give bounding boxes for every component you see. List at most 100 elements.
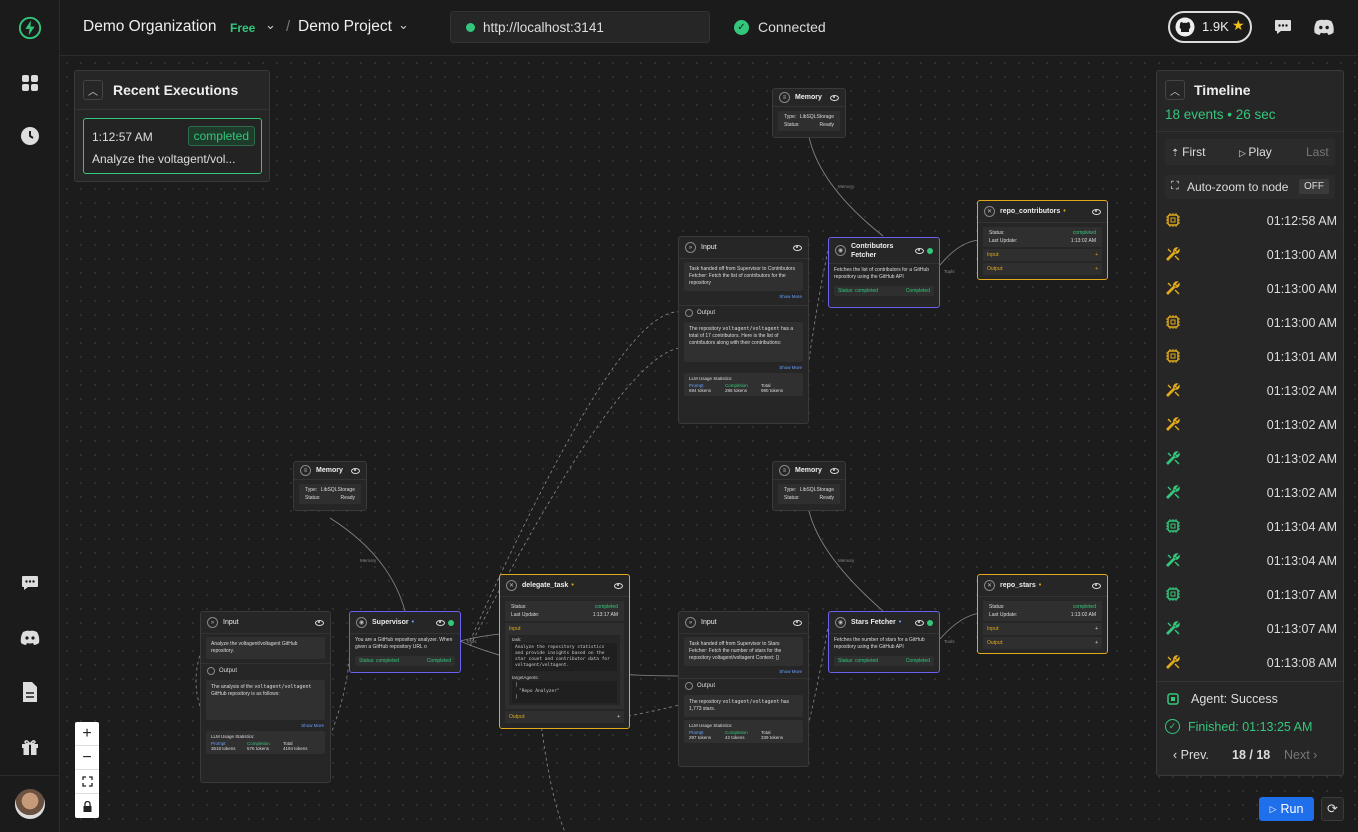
play-button[interactable]: ▷ Play: [1239, 145, 1272, 159]
show-more-link[interactable]: Show More: [679, 294, 808, 299]
tool-update-value: 1:13:02 AM: [1070, 612, 1096, 618]
plan-badge: Free: [230, 21, 256, 35]
eye-icon[interactable]: [436, 619, 445, 626]
fit-view-icon[interactable]: [75, 770, 99, 794]
timeline-event[interactable]: 01:13:02 AM: [1165, 476, 1337, 510]
url-field[interactable]: http://localhost:3141: [450, 11, 710, 43]
collapse-chevron-up-icon[interactable]: ︿: [1165, 80, 1185, 100]
eye-icon[interactable]: [315, 619, 324, 626]
timeline-event[interactable]: 01:13:08 AM: [1165, 646, 1337, 680]
timeline-event[interactable]: 01:13:00 AM: [1165, 238, 1337, 272]
supervisor-node[interactable]: ◉ Supervisor • You are a GitHub repository…: [349, 611, 461, 673]
github-icon: [1175, 17, 1195, 37]
arrow-out-icon: [685, 681, 693, 690]
stars-fetcher-node[interactable]: ◉ Stars Fetcher • Fetches the number of st…: [828, 611, 940, 673]
lock-icon[interactable]: [75, 794, 99, 818]
eye-icon[interactable]: [830, 467, 839, 474]
eye-icon[interactable]: [1092, 208, 1101, 215]
org-name[interactable]: Demo Organization: [83, 18, 217, 36]
eye-icon[interactable]: [830, 94, 839, 101]
tool-update-label: Last Update:: [511, 612, 540, 618]
contributors-fetcher-node[interactable]: ◉ Contributors Fetcher Fetches the list o…: [828, 237, 940, 308]
eye-icon[interactable]: [351, 467, 360, 474]
timeline-event[interactable]: 01:13:04 AM: [1165, 510, 1337, 544]
timeline-event[interactable]: 01:12:58 AM: [1165, 204, 1337, 238]
chat-icon[interactable]: [1272, 17, 1294, 42]
supervisor-io-node[interactable]: » Input Analyze the voltagent/voltagent G…: [200, 611, 331, 783]
memory-node-left[interactable]: ≡ Memory Type: LibSQLStorage Status: Ready: [293, 461, 367, 511]
refresh-icon[interactable]: ⟳: [1321, 797, 1344, 821]
contributors-io-node[interactable]: » Input Task handed off from Supervisor t…: [678, 236, 809, 424]
document-icon[interactable]: [18, 680, 42, 704]
llm-stats: LLM Usage Statistics: Prompt 297 tokens C…: [684, 720, 803, 743]
timeline-event[interactable]: 01:13:01 AM: [1165, 340, 1337, 374]
stars-io-node[interactable]: » Input Task handed off from Supervisor t…: [678, 611, 809, 767]
first-button[interactable]: ⇡ First: [1171, 145, 1206, 159]
eye-icon[interactable]: [915, 619, 924, 626]
prev-button[interactable]: ‹ Prev.: [1173, 748, 1209, 762]
avatar[interactable]: [15, 789, 45, 819]
arrow-in-icon: »: [685, 242, 696, 253]
chat-icon[interactable]: [18, 571, 42, 595]
repo-contributors-tool-node[interactable]: ✕ repo_contributors • Status: completed Las…: [977, 200, 1108, 280]
eye-icon[interactable]: [915, 247, 924, 254]
grid-icon[interactable]: [18, 71, 42, 95]
timeline-event[interactable]: 01:13:02 AM: [1165, 442, 1337, 476]
tool-icon: [1165, 280, 1181, 299]
github-stars-button[interactable]: 1.9K ★: [1168, 11, 1252, 43]
flow-canvas[interactable]: Memory Memory Memory Tools Tools Tools ︿…: [60, 56, 1358, 832]
zoom-controls: + −: [75, 722, 99, 818]
show-more-link[interactable]: Show More: [201, 723, 330, 728]
status-dot: [448, 619, 454, 626]
org-chevron-down-icon[interactable]: ⌄: [265, 17, 276, 33]
delegate-task-tool-node[interactable]: ✕ delegate_task • Status: completed Last Up…: [499, 574, 630, 729]
gift-icon[interactable]: [18, 735, 42, 759]
project-name[interactable]: Demo Project: [298, 18, 392, 36]
bolt-icon[interactable]: [18, 16, 42, 40]
input-title: Input: [701, 619, 717, 626]
timeline-event[interactable]: 01:13:00 AM: [1165, 306, 1337, 340]
next-button[interactable]: Next ›: [1284, 748, 1317, 762]
run-button[interactable]: ▷ Run: [1259, 797, 1314, 821]
timeline-event[interactable]: 01:13:07 AM: [1165, 612, 1337, 646]
discord-icon[interactable]: [1312, 18, 1336, 42]
tool-update-label: Last Update:: [989, 612, 1018, 618]
last-button[interactable]: Last: [1306, 145, 1329, 159]
tool-input-label: Input:: [987, 252, 1000, 258]
sidebar-divider: [0, 775, 60, 776]
clock-icon[interactable]: [18, 124, 42, 148]
execution-item[interactable]: 1:12:57 AM completed Analyze the voltage…: [83, 118, 262, 174]
prompt-value: 694 tokens: [689, 388, 712, 393]
memory-type-value: LibSQLStorage: [320, 487, 355, 493]
autozoom-toggle[interactable]: ⛶ Auto-zoom to node OFF: [1165, 175, 1335, 199]
eye-icon[interactable]: [793, 619, 802, 626]
output-show-more-link[interactable]: Show More: [679, 365, 808, 370]
output-text: The analysis of the voltagent/voltagent …: [206, 680, 325, 720]
prompt-value: 297 tokens: [689, 735, 712, 740]
zoom-out-button[interactable]: −: [75, 746, 99, 770]
memory-node-top[interactable]: ≡ Memory Type: LibSQLStorage Status: Ready: [772, 88, 846, 138]
discord-icon[interactable]: [18, 626, 42, 650]
tool-status-label: Status:: [989, 230, 1005, 236]
tool-output-label: Output:: [987, 266, 1004, 272]
timeline-event[interactable]: 01:13:00 AM: [1165, 272, 1337, 306]
star-icon: ★: [1232, 17, 1245, 33]
project-chevron-down-icon[interactable]: ⌄: [398, 17, 409, 33]
timeline-event[interactable]: 01:13:04 AM: [1165, 544, 1337, 578]
timeline-event[interactable]: 01:13:02 AM: [1165, 408, 1337, 442]
zoom-in-button[interactable]: +: [75, 722, 99, 746]
autozoom-label: Auto-zoom to node: [1187, 180, 1289, 194]
eye-icon[interactable]: [1092, 582, 1101, 589]
memory-status-value: Ready: [819, 495, 834, 501]
timeline-event[interactable]: 01:13:02 AM: [1165, 374, 1337, 408]
status-dot: [927, 247, 933, 254]
collapse-chevron-up-icon[interactable]: ︿: [83, 80, 103, 100]
eye-icon[interactable]: [614, 582, 623, 589]
show-more-link[interactable]: Show More: [679, 669, 808, 674]
check-circle-icon: ✓: [734, 20, 749, 35]
eye-icon[interactable]: [793, 244, 802, 251]
memory-node-mid[interactable]: ≡ Memory Type: LibSQLStorage Status: Ready: [772, 461, 846, 511]
memory-status-label: Status:: [784, 122, 800, 128]
timeline-event[interactable]: 01:13:07 AM: [1165, 578, 1337, 612]
repo-stars-tool-node[interactable]: ✕ repo_stars • Status: completed Last Updat…: [977, 574, 1108, 654]
